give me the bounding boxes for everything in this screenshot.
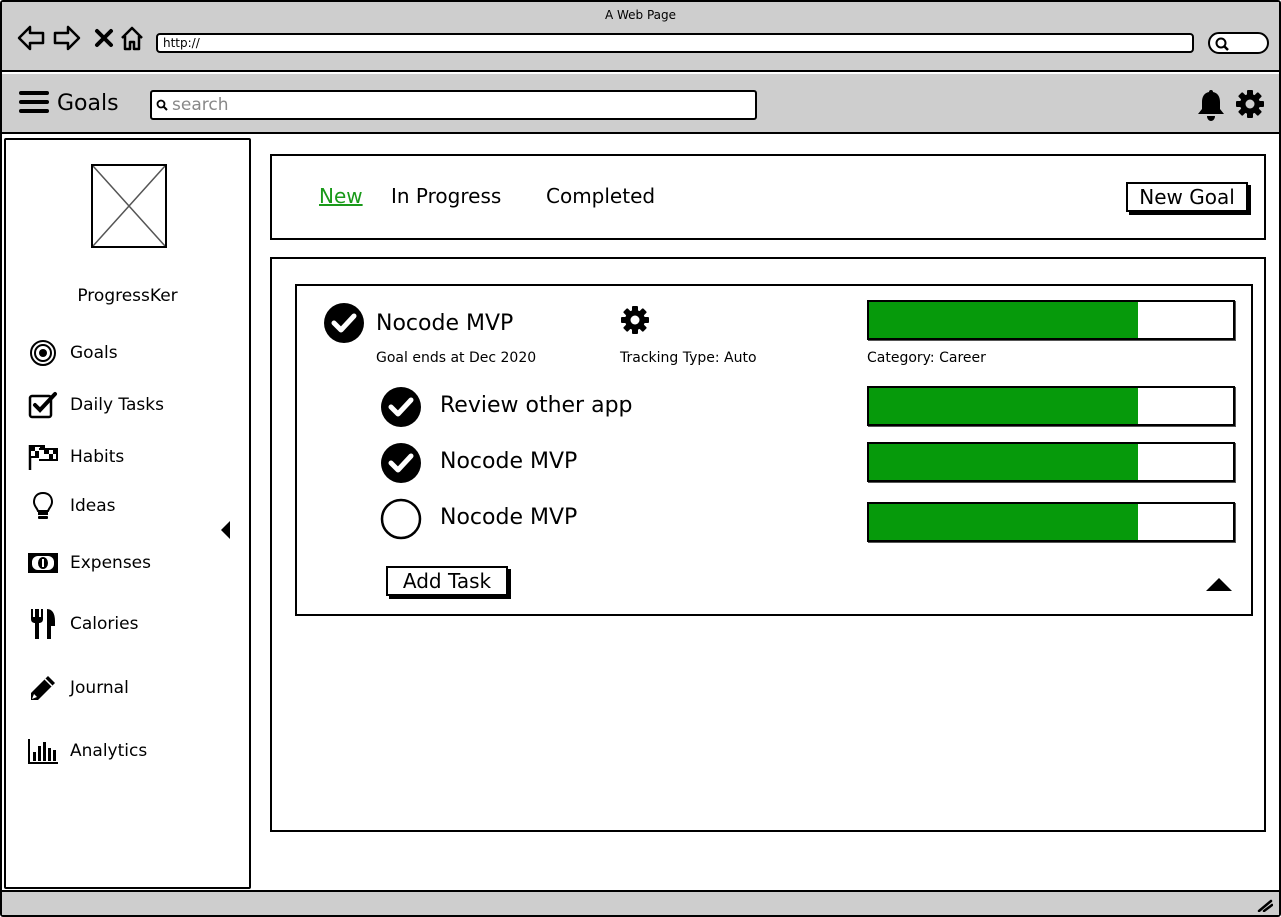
progress-fill [869,302,1139,338]
stop-icon[interactable] [90,24,118,52]
back-icon[interactable] [17,24,45,52]
forward-icon[interactable] [53,24,81,52]
sidebar-item-label: Journal [70,678,129,698]
goal-title: Nocode MVP [376,311,514,336]
goal-complete-check-icon[interactable] [323,302,365,348]
task-check-icon[interactable] [380,442,422,488]
avatar-image [91,164,167,248]
sidebar-item-label: Daily Tasks [70,395,164,415]
sidebar-item-label: Ideas [70,496,116,516]
progress-fill [869,444,1139,480]
sidebar-item-goals[interactable]: Goals [26,338,118,368]
target-icon [26,338,60,368]
sidebar-item-expenses[interactable]: Expenses [26,548,151,578]
add-task-button[interactable]: Add Task [386,566,508,596]
gear-icon[interactable] [1235,89,1265,123]
progress-fill [869,388,1139,424]
collapse-sidebar-icon[interactable] [220,520,232,544]
tab-bar: New In Progress Completed New Goal [270,154,1266,240]
sidebar-item-label: Analytics [70,741,148,761]
search-icon [1215,37,1229,51]
task-title: Review other app [440,393,633,418]
app-toolbar: Goals [2,74,1279,134]
task-progress-bar [867,502,1235,542]
window-frame: A Web Page http:// Goals search Progress… [0,0,1281,917]
checkbox-icon [26,390,60,420]
sidebar-item-daily-tasks[interactable]: Daily Tasks [26,390,164,420]
bell-icon[interactable] [1195,88,1227,126]
task-title: Nocode MVP [440,449,578,474]
search-input[interactable] [172,95,742,115]
sidebar-item-calories[interactable]: Calories [26,609,138,639]
browser-title: A Web Page [604,8,677,22]
new-goal-button[interactable]: New Goal [1126,182,1248,212]
goal-progress-bar [867,300,1235,340]
flags-icon [26,442,60,472]
bar-chart-icon [26,736,60,766]
task-progress-bar [867,442,1235,482]
sidebar-item-label: Habits [70,447,125,467]
tab-new[interactable]: New [319,184,363,208]
progress-fill [869,504,1139,540]
lightbulb-icon [26,491,60,521]
search-field[interactable] [150,90,757,120]
gear-icon[interactable] [620,305,650,339]
task-incomplete-circle-icon[interactable] [380,498,422,544]
tab-in-progress[interactable]: In Progress [391,184,501,208]
url-field[interactable]: http:// [156,33,1194,53]
goal-card: Nocode MVP Goal ends at Dec 2020 Trackin… [295,284,1253,616]
goal-category: Category: Career [867,350,986,366]
sidebar-item-habits[interactable]: Habits [26,442,124,472]
task-progress-bar [867,386,1235,426]
collapse-up-icon[interactable] [1205,576,1233,596]
sidebar-item-ideas[interactable]: Ideas [26,491,116,521]
resize-grip-icon[interactable] [1257,897,1274,916]
cutlery-icon [26,609,60,639]
money-icon [26,548,60,578]
sidebar-item-journal[interactable]: Journal [26,673,129,703]
search-icon [156,99,168,111]
status-bar [2,890,1279,915]
pencil-icon [26,673,60,703]
menu-icon[interactable] [19,91,49,117]
task-title: Nocode MVP [440,505,578,530]
browser-toolbar: A Web Page http:// [2,2,1279,72]
sidebar-item-label: Goals [70,343,118,363]
sidebar-item-label: Expenses [70,553,151,573]
app-title: Goals [57,91,119,116]
brand-name: ProgressKer [77,286,178,306]
goal-end-date: Goal ends at Dec 2020 [376,350,537,366]
tracking-type: Tracking Type: Auto [620,350,757,366]
home-icon[interactable] [118,24,146,52]
sidebar: ProgressKer Goals Daily Tasks Habits Ide… [4,138,251,889]
browser-search-field[interactable] [1208,32,1269,54]
tab-completed[interactable]: Completed [546,184,655,208]
goals-panel: Nocode MVP Goal ends at Dec 2020 Trackin… [270,257,1266,832]
task-check-icon[interactable] [380,386,422,432]
sidebar-item-label: Calories [70,614,139,634]
sidebar-item-analytics[interactable]: Analytics [26,736,147,766]
